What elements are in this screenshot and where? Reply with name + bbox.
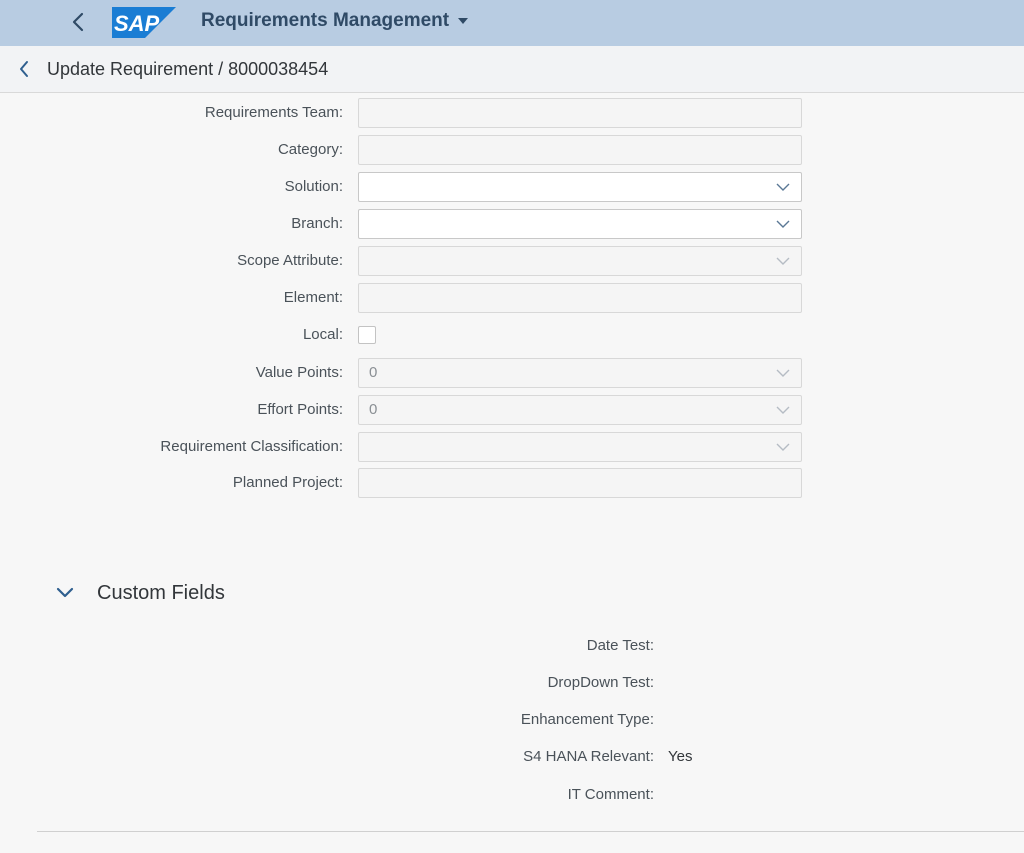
shell-bar: SAP Requirements Management (0, 0, 1024, 46)
category-input[interactable] (358, 135, 802, 165)
chevron-down-icon (776, 220, 790, 228)
value-points-value: 0 (369, 364, 378, 381)
branch-row: Branch: (0, 209, 1024, 239)
effort-points-row: Effort Points: 0 (0, 395, 1024, 425)
chevron-down-icon (56, 587, 74, 598)
category-row: Category: (0, 135, 1024, 165)
scope-attribute-row: Scope Attribute: (0, 246, 1024, 276)
svg-text:SAP: SAP (114, 11, 160, 36)
value-points-label: Value Points: (255, 364, 343, 381)
s4-hana-relevant-label: S4 HANA Relevant: (523, 748, 654, 765)
local-checkbox[interactable] (358, 326, 376, 344)
shell-back-button[interactable] (60, 4, 96, 40)
section-title: Custom Fields (97, 581, 225, 604)
custom-field-row: Enhancement Type: (0, 708, 1024, 732)
solution-label: Solution: (284, 178, 343, 195)
planned-project-input[interactable] (358, 468, 802, 498)
category-label: Category: (277, 141, 343, 158)
branch-label: Branch: (291, 215, 343, 232)
custom-field-row: DropDown Test: (0, 671, 1024, 695)
custom-fields-toggle[interactable]: Custom Fields (50, 578, 225, 608)
branch-select[interactable] (358, 209, 802, 239)
value-points-select[interactable]: 0 (358, 358, 802, 388)
dropdown-test-label: DropDown Test: (547, 674, 654, 691)
it-comment-label: IT Comment: (567, 786, 654, 803)
element-label: Element: (283, 289, 343, 306)
scope-attribute-label: Scope Attribute: (237, 252, 343, 269)
local-label: Local: (302, 326, 343, 343)
chevron-down-icon (776, 257, 790, 265)
requirements-team-input[interactable] (358, 98, 802, 128)
requirement-classification-row: Requirement Classification: (0, 432, 1024, 462)
chevron-down-icon (776, 183, 790, 191)
element-input[interactable] (358, 283, 802, 313)
custom-field-row: S4 HANA Relevant: Yes (0, 745, 1024, 769)
chevron-down-icon (776, 369, 790, 377)
app-title-menu[interactable]: Requirements Management (201, 10, 469, 32)
solution-row: Solution: (0, 172, 1024, 202)
value-points-row: Value Points: 0 (0, 358, 1024, 388)
chevron-down-icon (776, 406, 790, 414)
chevron-down-icon (776, 443, 790, 451)
element-row: Element: (0, 283, 1024, 313)
s4-hana-relevant-value: Yes (668, 748, 693, 765)
enhancement-type-label: Enhancement Type: (520, 711, 654, 728)
planned-project-label: Planned Project: (232, 474, 343, 491)
date-test-label: Date Test: (586, 637, 654, 654)
section-divider (37, 831, 1024, 832)
requirement-classification-select[interactable] (358, 432, 802, 462)
requirements-team-label: Requirements Team: (204, 104, 343, 121)
requirement-classification-label: Requirement Classification: (160, 438, 343, 455)
section-chevron (50, 578, 80, 608)
planned-project-row: Planned Project: (0, 468, 1024, 498)
page-back-button[interactable] (8, 53, 40, 85)
scope-attribute-select[interactable] (358, 246, 802, 276)
requirements-team-row: Requirements Team: (0, 98, 1024, 128)
caret-down-icon (458, 18, 469, 24)
effort-points-label: Effort Points: (257, 401, 343, 418)
local-row: Local: (0, 320, 1024, 350)
effort-points-select[interactable]: 0 (358, 395, 802, 425)
page-title: Update Requirement / 8000038454 (47, 59, 329, 79)
solution-select[interactable] (358, 172, 802, 202)
chevron-left-icon (72, 12, 84, 32)
custom-field-row: IT Comment: (0, 783, 1024, 807)
custom-field-row: Date Test: (0, 634, 1024, 658)
effort-points-value: 0 (369, 401, 378, 418)
sap-logo[interactable]: SAP (112, 7, 176, 38)
chevron-left-icon (20, 61, 28, 77)
page-header: Update Requirement / 8000038454 (0, 46, 1024, 93)
app-title: Requirements Management (201, 10, 450, 31)
